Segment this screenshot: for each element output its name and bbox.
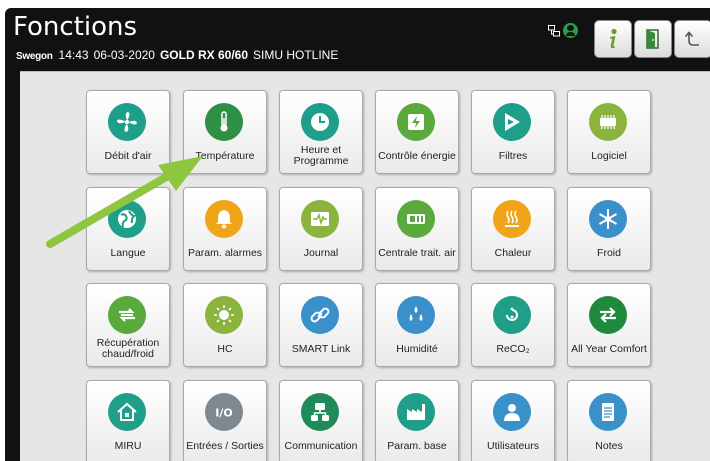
user-icon[interactable] [563,23,578,38]
network-tree-icon [301,393,339,431]
clock-time: 14:43 [58,48,89,62]
info-icon [610,28,617,49]
tile-label: HC [217,342,233,355]
exit-door-icon [646,29,659,49]
tile-label: Heure et Programme [293,144,349,167]
tile-label: Logiciel [591,149,627,162]
bell-icon [205,200,243,238]
chip-icon [589,103,627,141]
info-button[interactable] [594,20,632,58]
tile-label: SMART Link [291,342,351,355]
tile-person[interactable]: Utilisateurs [471,380,555,461]
arrows-icon [589,296,627,334]
tile-label: Contrôle énergie [378,149,456,162]
recovery-icon [108,296,146,334]
tile-energy[interactable]: Contrôle énergie [375,90,459,174]
tile-label: Chaleur [494,246,532,259]
io-icon: I/O [205,393,243,431]
back-icon [684,31,699,46]
tile-label: ReCO₂ [496,342,530,355]
ahu-icon [397,200,435,238]
drops-icon [397,296,435,334]
link-icon [301,296,339,334]
tile-snowflake[interactable]: Froid [567,187,651,271]
house-icon [108,393,146,431]
notes-icon [589,393,627,431]
globe-icon [108,200,146,238]
tile-label: Débit d'air [104,149,152,162]
tile-chip[interactable]: Logiciel [567,90,651,174]
svg-text:I/O: I/O [215,407,232,420]
tile-house[interactable]: MIRU [86,380,170,461]
tile-heat[interactable]: Chaleur [471,187,555,271]
tile-hc[interactable]: HC [183,283,267,367]
tile-reco2[interactable]: ReCO₂ [471,283,555,367]
energy-icon [397,103,435,141]
tile-notes[interactable]: Notes [567,380,651,461]
tile-clock[interactable]: Heure et Programme [279,90,363,174]
tile-label: Froid [597,246,621,259]
status-line: Swegon 14:43 06-03-2020 GOLD RX 60/60 SIMU H… [16,48,338,62]
tile-arrows[interactable]: All Year Comfort [567,283,651,367]
snowflake-icon [589,200,627,238]
unit-model: GOLD RX 60/60 [159,48,248,62]
tile-log[interactable]: Journal [279,187,363,271]
factory-icon [397,393,435,431]
thermometer-icon [205,103,243,141]
tile-factory[interactable]: Param. base [375,380,459,461]
tile-label: Langue [110,246,146,259]
function-grid: Débit d'air Température Heure et Programme… [20,71,710,461]
tile-label: All Year Comfort [571,342,647,355]
tile-label: MIRU [114,439,142,452]
tile-label: Journal [303,246,339,259]
tile-label: Notes [595,439,623,452]
tile-network-tree[interactable]: Communication [279,380,363,461]
tile-label: Température [195,149,255,162]
log-icon [301,200,339,238]
fan-icon [108,103,146,141]
network-icon [548,25,560,37]
tile-drops[interactable]: Humidité [375,283,459,367]
tile-ahu[interactable]: Centrale trait. air [375,187,459,271]
tile-fan[interactable]: Débit d'air [86,90,170,174]
person-icon [493,393,531,431]
tile-label: Filtres [498,149,528,162]
brand-logo: Swegon [16,51,53,62]
tile-thermometer[interactable]: Température [183,90,267,174]
hc-icon [205,296,243,334]
tile-label: Utilisateurs [487,439,539,452]
page-title: Fonctions [13,12,138,42]
reco2-icon [493,296,531,334]
app-window: Fonctions Swegon 14:43 06-03-2020 GOLD RX 6… [5,8,710,461]
tile-recovery[interactable]: Récupération chaud/froid [86,283,170,367]
tile-io[interactable]: I/O Entrées / Sorties [183,380,267,461]
exit-button[interactable] [634,20,672,58]
tile-label: Param. base [387,439,447,452]
clock-icon [301,103,339,141]
unit-name: SIMU HOTLINE [253,48,339,62]
tile-label: Humidité [396,342,438,355]
heat-icon [493,200,531,238]
tile-label: Récupération chaud/froid [96,337,160,360]
tile-label: Param. alarmes [187,246,263,259]
tile-bell[interactable]: Param. alarmes [183,187,267,271]
tile-globe[interactable]: Langue [86,187,170,271]
back-button[interactable] [674,20,710,58]
tile-link[interactable]: SMART Link [279,283,363,367]
filter-icon [493,103,531,141]
tile-label: Entrées / Sorties [186,439,264,452]
tile-label: Communication [284,439,358,452]
current-date: 06-03-2020 [93,48,155,62]
tile-filter[interactable]: Filtres [471,90,555,174]
tile-label: Centrale trait. air [378,246,456,259]
